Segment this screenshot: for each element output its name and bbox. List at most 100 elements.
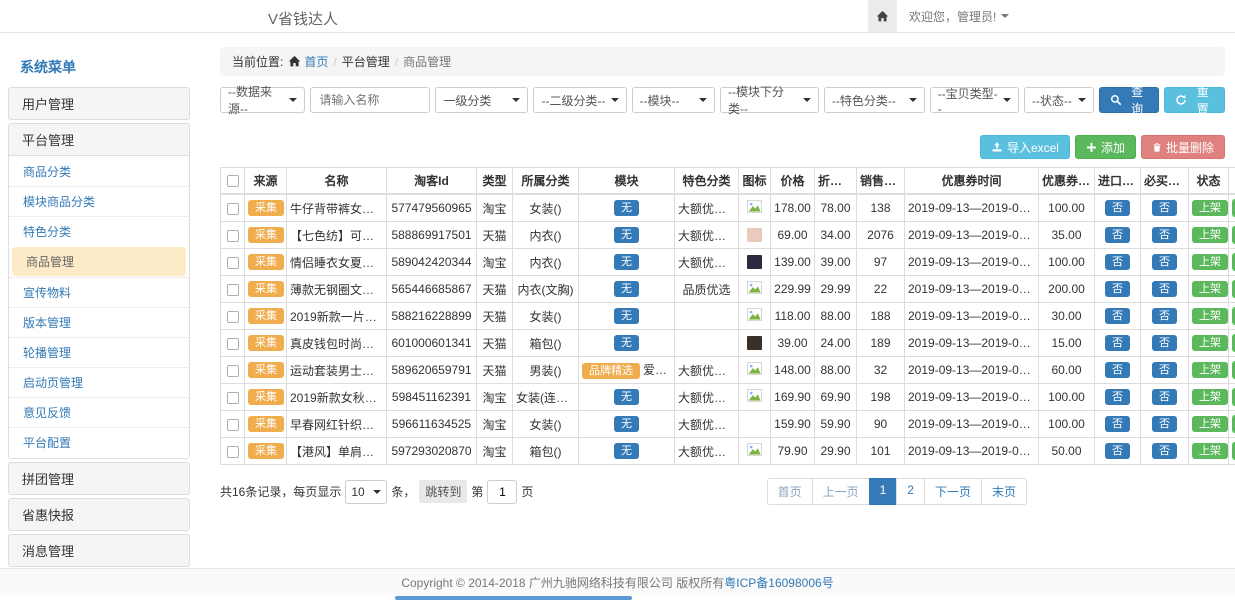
add-button[interactable]: 添加: [1075, 135, 1136, 159]
page-link-3[interactable]: 2: [896, 478, 925, 505]
breadcrumb-separator: /: [333, 55, 336, 69]
page-link-4[interactable]: 下一页: [924, 478, 982, 505]
level2-category-select[interactable]: --二级分类--: [533, 87, 626, 113]
module-badge[interactable]: 无: [614, 416, 639, 432]
module-badge[interactable]: 无: [614, 281, 639, 297]
must-buy-toggle[interactable]: 否: [1152, 443, 1177, 459]
sidebar-item-1-3[interactable]: 商品管理: [12, 247, 186, 276]
row-checkbox[interactable]: [227, 365, 239, 377]
status-button[interactable]: 上架: [1192, 200, 1228, 216]
caret-down-icon: [1003, 98, 1011, 102]
icp-link[interactable]: 粤ICP备16098006号: [724, 574, 833, 591]
import-select-toggle[interactable]: 否: [1105, 254, 1130, 270]
row-checkbox[interactable]: [227, 338, 239, 350]
page-link-1[interactable]: 上一页: [812, 478, 870, 505]
status-button[interactable]: 上架: [1192, 389, 1228, 405]
row-checkbox[interactable]: [227, 284, 239, 296]
page-link-5[interactable]: 末页: [981, 478, 1027, 505]
sidebar-item-1-9[interactable]: 平台配置: [9, 427, 189, 457]
import-select-toggle[interactable]: 否: [1105, 200, 1130, 216]
status-button[interactable]: 上架: [1192, 227, 1228, 243]
sidebar-group-2[interactable]: 拼团管理: [9, 463, 189, 494]
jump-page-input[interactable]: [487, 480, 517, 504]
search-button[interactable]: 查询: [1099, 87, 1160, 113]
must-buy-toggle[interactable]: 否: [1152, 200, 1177, 216]
module-badge[interactable]: 无: [614, 200, 639, 216]
module-select[interactable]: --模块--: [632, 87, 715, 113]
status-button[interactable]: 上架: [1192, 443, 1228, 459]
module-subcategory-select[interactable]: --模块下分类--: [720, 87, 819, 113]
sidebar-item-1-6[interactable]: 轮播管理: [9, 337, 189, 367]
sidebar-item-1-7[interactable]: 启动页管理: [9, 367, 189, 397]
reset-button[interactable]: 重置: [1164, 87, 1225, 113]
status-button[interactable]: 上架: [1192, 308, 1228, 324]
sidebar-group-0[interactable]: 用户管理: [9, 88, 189, 119]
import-select-toggle[interactable]: 否: [1105, 281, 1130, 297]
name-input[interactable]: [310, 87, 430, 113]
sidebar-group-4[interactable]: 消息管理: [9, 535, 189, 566]
module-badge[interactable]: 无: [614, 254, 639, 270]
must-buy-toggle[interactable]: 否: [1152, 416, 1177, 432]
sidebar-group-3[interactable]: 省惠快报: [9, 499, 189, 530]
status-button[interactable]: 上架: [1192, 416, 1228, 432]
must-buy-toggle[interactable]: 否: [1152, 254, 1177, 270]
import-select-toggle[interactable]: 否: [1105, 308, 1130, 324]
must-buy-toggle[interactable]: 否: [1152, 227, 1177, 243]
module-badge[interactable]: 品牌精选: [582, 363, 640, 379]
row-checkbox[interactable]: [227, 311, 239, 323]
module-badge[interactable]: 无: [614, 389, 639, 405]
status-select[interactable]: --状态--: [1024, 87, 1094, 113]
sidebar-item-1-0[interactable]: 商品分类: [9, 157, 189, 186]
sidebar-item-1-4[interactable]: 宣传物料: [9, 277, 189, 307]
page-link-2[interactable]: 1: [869, 478, 898, 505]
import-excel-button[interactable]: 导入excel: [980, 135, 1070, 159]
status-button[interactable]: 上架: [1192, 281, 1228, 297]
row-checkbox[interactable]: [227, 419, 239, 431]
import-select-toggle[interactable]: 否: [1105, 416, 1130, 432]
import-select-toggle[interactable]: 否: [1105, 443, 1130, 459]
row-checkbox[interactable]: [227, 230, 239, 242]
column-header-11: 优惠券时间: [905, 168, 1039, 195]
caret-down-icon: [1078, 98, 1086, 102]
home-button[interactable]: [868, 0, 897, 32]
data-source-select[interactable]: --数据来源--: [220, 87, 305, 113]
import-select-toggle[interactable]: 否: [1105, 227, 1130, 243]
import-select-toggle[interactable]: 否: [1105, 362, 1130, 378]
module-badge[interactable]: 无: [614, 308, 639, 324]
row-checkbox[interactable]: [227, 392, 239, 404]
must-buy-toggle[interactable]: 否: [1152, 389, 1177, 405]
sidebar-item-1-1[interactable]: 模块商品分类: [9, 186, 189, 216]
item-type-select[interactable]: --宝贝类型--: [930, 87, 1019, 113]
feature-category-select[interactable]: --特色分类--: [824, 87, 925, 113]
row-checkbox[interactable]: [227, 446, 239, 458]
row-checkbox[interactable]: [227, 257, 239, 269]
status-button[interactable]: 上架: [1192, 362, 1228, 378]
batch-delete-button[interactable]: 批量删除: [1141, 135, 1225, 159]
status-button[interactable]: 上架: [1192, 335, 1228, 351]
status-button[interactable]: 上架: [1192, 254, 1228, 270]
level1-category-select[interactable]: 一级分类: [435, 87, 528, 113]
import-select-toggle[interactable]: 否: [1105, 389, 1130, 405]
module-badge[interactable]: 无: [614, 227, 639, 243]
must-buy-toggle[interactable]: 否: [1152, 281, 1177, 297]
scrollbar-thumb[interactable]: [395, 596, 632, 600]
sidebar-item-1-5[interactable]: 版本管理: [9, 307, 189, 337]
module-badge[interactable]: 无: [614, 443, 639, 459]
select-all-checkbox[interactable]: [227, 175, 239, 187]
user-menu[interactable]: 欢迎您，管理员!: [909, 8, 1009, 25]
breadcrumb-home-link[interactable]: 首页: [288, 53, 328, 70]
sidebar-group-1[interactable]: 平台管理: [9, 124, 189, 156]
must-buy-toggle[interactable]: 否: [1152, 362, 1177, 378]
per-page-select[interactable]: 10: [345, 480, 387, 504]
jump-button[interactable]: 跳转到: [419, 480, 467, 503]
import-select-toggle[interactable]: 否: [1105, 335, 1130, 351]
taoke-id: 588216228899: [387, 303, 477, 330]
coupon-time: 2019-09-13—2019-09-19: [905, 303, 1039, 330]
row-checkbox[interactable]: [227, 203, 239, 215]
page-link-0[interactable]: 首页: [767, 478, 813, 505]
sidebar-item-1-2[interactable]: 特色分类: [9, 216, 189, 246]
module-badge[interactable]: 无: [614, 335, 639, 351]
must-buy-toggle[interactable]: 否: [1152, 335, 1177, 351]
sidebar-item-1-8[interactable]: 意见反馈: [9, 397, 189, 427]
must-buy-toggle[interactable]: 否: [1152, 308, 1177, 324]
